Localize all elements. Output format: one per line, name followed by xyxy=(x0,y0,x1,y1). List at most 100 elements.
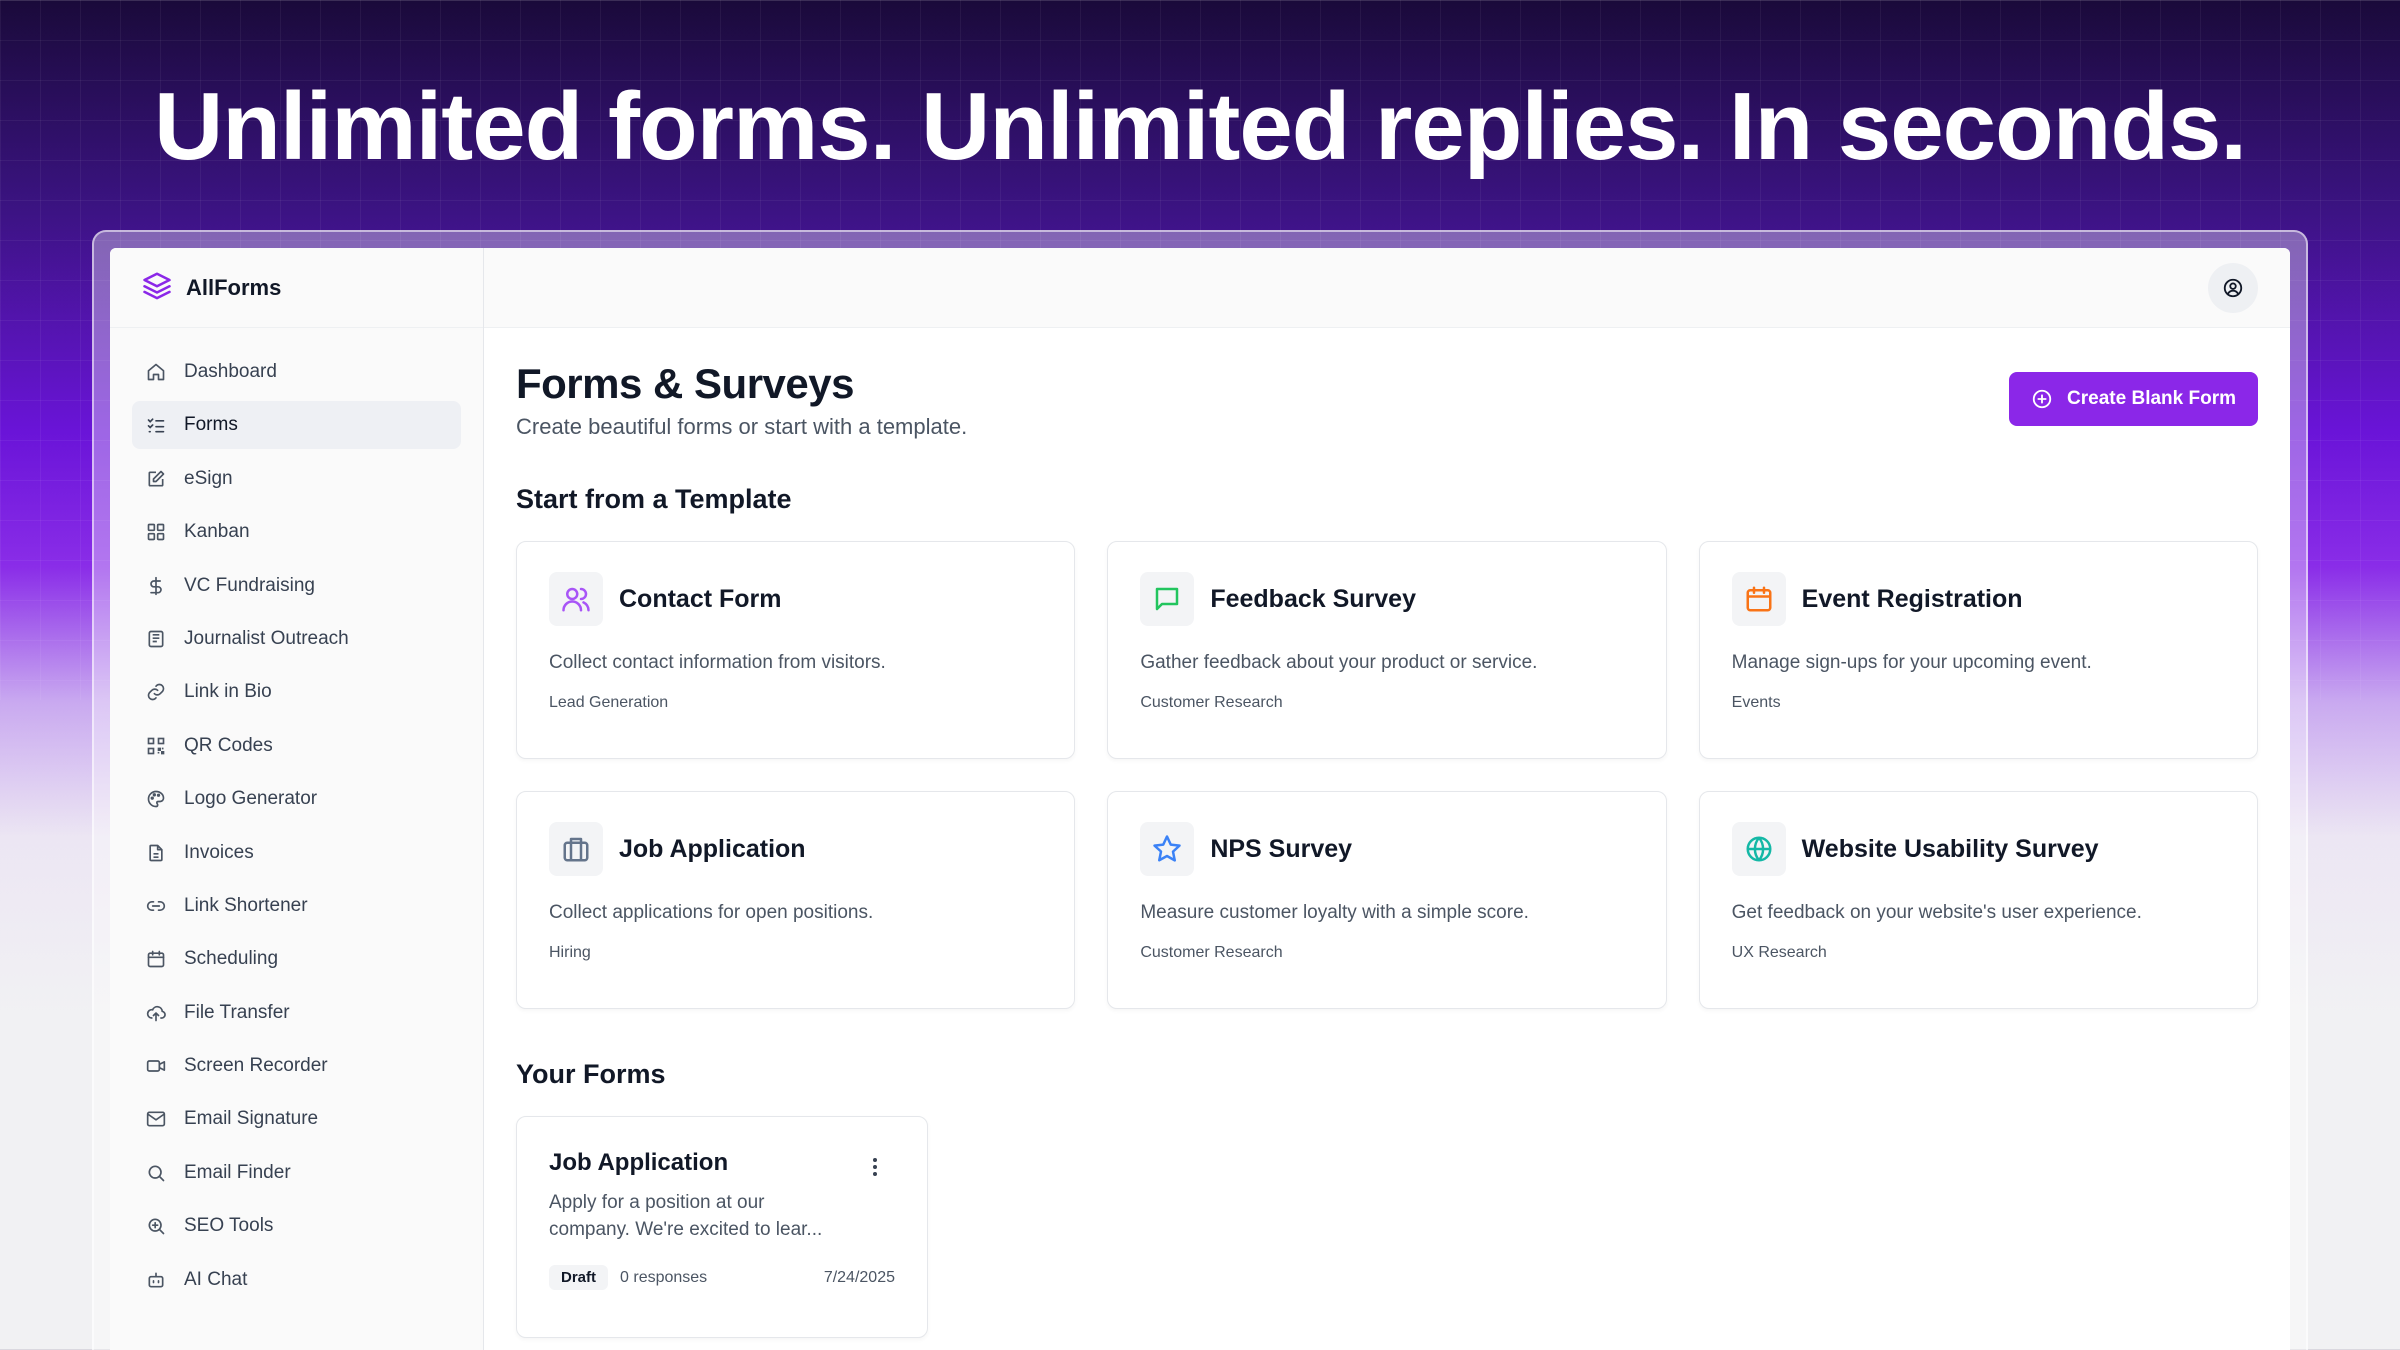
template-category: Events xyxy=(1731,694,1781,711)
sidebar: AllForms Dashboard Forms eSign Kanban VC… xyxy=(110,248,484,1350)
calendar-icon xyxy=(1731,572,1786,626)
sidebar-item-invoices[interactable]: Invoices xyxy=(132,829,461,877)
template-title: NPS Survey xyxy=(1210,834,1353,863)
sidebar-item-label: Kanban xyxy=(184,521,250,543)
sidebar-item-label: Link in Bio xyxy=(184,681,272,703)
grid-icon xyxy=(147,523,165,541)
qr-code-icon xyxy=(147,737,165,755)
template-description: Manage sign-ups for your upcoming event. xyxy=(1731,652,2092,673)
sidebar-item-email-finder[interactable]: Email Finder xyxy=(132,1149,461,1197)
home-icon xyxy=(147,363,165,381)
calendar-icon xyxy=(147,950,165,968)
template-card-website-usability-survey[interactable]: Website Usability Survey Get feedback on… xyxy=(1698,791,2258,1009)
sidebar-item-label: Dashboard xyxy=(184,361,277,382)
sidebar-item-label: AI Chat xyxy=(184,1268,248,1290)
sidebar-item-file-transfer[interactable]: File Transfer xyxy=(132,989,461,1037)
form-card-footer: Draft 0 responses 7/24/2025 xyxy=(549,1265,895,1290)
sidebar-item-label: Scheduling xyxy=(184,948,279,970)
sidebar-item-seo-tools[interactable]: SEO Tools xyxy=(132,1202,461,1250)
sidebar-item-ai-chat[interactable]: AI Chat xyxy=(132,1256,461,1304)
template-title: Contact Form xyxy=(619,584,782,613)
create-button-label: Create Blank Form xyxy=(2067,388,2236,409)
list-checks-icon xyxy=(147,418,165,433)
top-bar xyxy=(484,248,2290,328)
zoom-in-icon xyxy=(148,1218,165,1235)
sidebar-item-label: Email Finder xyxy=(184,1161,291,1183)
globe-icon xyxy=(1731,822,1786,876)
sidebar-item-label: Logo Generator xyxy=(184,788,318,810)
response-count: 0 responses xyxy=(620,1268,708,1286)
status-badge: Draft xyxy=(549,1265,609,1290)
sidebar-item-label: Invoices xyxy=(184,841,254,863)
sidebar-item-label: Forms xyxy=(184,414,238,436)
page-title: Forms & Surveys xyxy=(516,360,854,407)
sidebar-item-screen-recorder[interactable]: Screen Recorder xyxy=(132,1042,461,1090)
app-window: AllForms Dashboard Forms eSign Kanban VC… xyxy=(110,248,2290,1350)
template-card-nps-survey[interactable]: NPS Survey Measure customer loyalty with… xyxy=(1107,791,1667,1009)
template-card-feedback-survey[interactable]: Feedback Survey Gather feedback about yo… xyxy=(1107,541,1667,759)
cloud-upload-icon xyxy=(146,1005,166,1022)
sidebar-item-label: Screen Recorder xyxy=(184,1055,328,1077)
template-card-contact-form[interactable]: Contact Form Collect contact information… xyxy=(516,541,1076,759)
sidebar-item-label: eSign xyxy=(184,467,233,489)
template-card-job-application[interactable]: Job Application Collect applications for… xyxy=(516,791,1076,1009)
main-area: Forms & Surveys Create beautiful forms o… xyxy=(484,248,2290,1350)
sidebar-item-esign[interactable]: eSign xyxy=(132,455,461,503)
template-card-event-registration[interactable]: Event Registration Manage sign-ups for y… xyxy=(1698,541,2258,759)
star-icon xyxy=(1140,822,1195,876)
sidebar-item-link-in-bio[interactable]: Link in Bio xyxy=(132,668,461,716)
page-subtitle: Create beautiful forms or start with a t… xyxy=(516,414,968,439)
users-icon xyxy=(549,572,603,626)
plus-circle-icon xyxy=(2032,389,2052,409)
template-category: Customer Research xyxy=(1140,944,1283,961)
pen-square-icon xyxy=(148,470,165,487)
form-description: Apply for a position at our company. We'… xyxy=(549,1192,823,1240)
template-category: Hiring xyxy=(549,944,591,961)
form-card[interactable]: Job Application Apply for a position at … xyxy=(516,1116,928,1338)
sidebar-item-label: SEO Tools xyxy=(184,1215,274,1237)
sidebar-item-journalist-outreach[interactable]: Journalist Outreach xyxy=(132,615,461,663)
brand[interactable]: AllForms xyxy=(110,248,483,328)
template-category: Customer Research xyxy=(1140,694,1283,711)
link-icon xyxy=(147,684,165,701)
page-content: Forms & Surveys Create beautiful forms o… xyxy=(484,328,2290,1338)
bot-icon xyxy=(148,1272,164,1288)
sidebar-item-qr-codes[interactable]: QR Codes xyxy=(132,722,461,770)
sidebar-item-scheduling[interactable]: Scheduling xyxy=(132,935,461,983)
sidebar-item-label: Email Signature xyxy=(184,1108,319,1130)
template-category: UX Research xyxy=(1731,944,1827,961)
app-window-frame: AllForms Dashboard Forms eSign Kanban VC… xyxy=(92,230,2308,1350)
template-description: Collect contact information from visitor… xyxy=(549,652,886,673)
sidebar-item-logo-generator[interactable]: Logo Generator xyxy=(132,775,461,823)
template-title: Job Application xyxy=(619,834,806,863)
sidebar-item-forms[interactable]: Forms xyxy=(132,401,461,450)
account-button[interactable] xyxy=(2208,262,2258,313)
more-vertical-icon[interactable] xyxy=(869,1155,881,1179)
sidebar-item-kanban[interactable]: Kanban xyxy=(132,508,461,556)
sidebar-item-label: Link Shortener xyxy=(184,894,308,916)
form-date: 7/24/2025 xyxy=(823,1268,895,1286)
sidebar-item-label: File Transfer xyxy=(184,1001,290,1023)
newspaper-icon xyxy=(148,630,164,648)
sidebar-item-email-signature[interactable]: Email Signature xyxy=(132,1095,461,1143)
templates-section-title: Start from a Template xyxy=(516,484,792,514)
briefcase-icon xyxy=(549,822,603,876)
search-icon xyxy=(148,1165,165,1182)
message-square-icon xyxy=(1140,572,1195,626)
sidebar-item-link-shortener[interactable]: Link Shortener xyxy=(132,882,461,930)
template-title: Event Registration xyxy=(1801,584,2023,613)
template-description: Measure customer loyalty with a simple s… xyxy=(1140,902,1529,923)
create-blank-form-button[interactable]: Create Blank Form xyxy=(2009,372,2258,426)
your-forms-section-title: Your Forms xyxy=(516,1059,666,1089)
sidebar-item-dashboard[interactable]: Dashboard xyxy=(132,348,461,396)
sidebar-nav: Dashboard Forms eSign Kanban VC Fundrais… xyxy=(110,328,483,1329)
template-title: Website Usability Survey xyxy=(1801,834,2099,863)
sidebar-item-vc-fundraising[interactable]: VC Fundraising xyxy=(132,562,461,610)
file-text-icon xyxy=(149,844,163,861)
form-title: Job Application xyxy=(549,1149,729,1176)
template-description: Get feedback on your website's user expe… xyxy=(1731,902,2142,923)
dollar-icon xyxy=(150,576,162,595)
template-description: Gather feedback about your product or se… xyxy=(1140,652,1538,673)
template-title: Feedback Survey xyxy=(1210,584,1416,613)
template-grid: Contact Form Collect contact information… xyxy=(516,541,2258,1009)
